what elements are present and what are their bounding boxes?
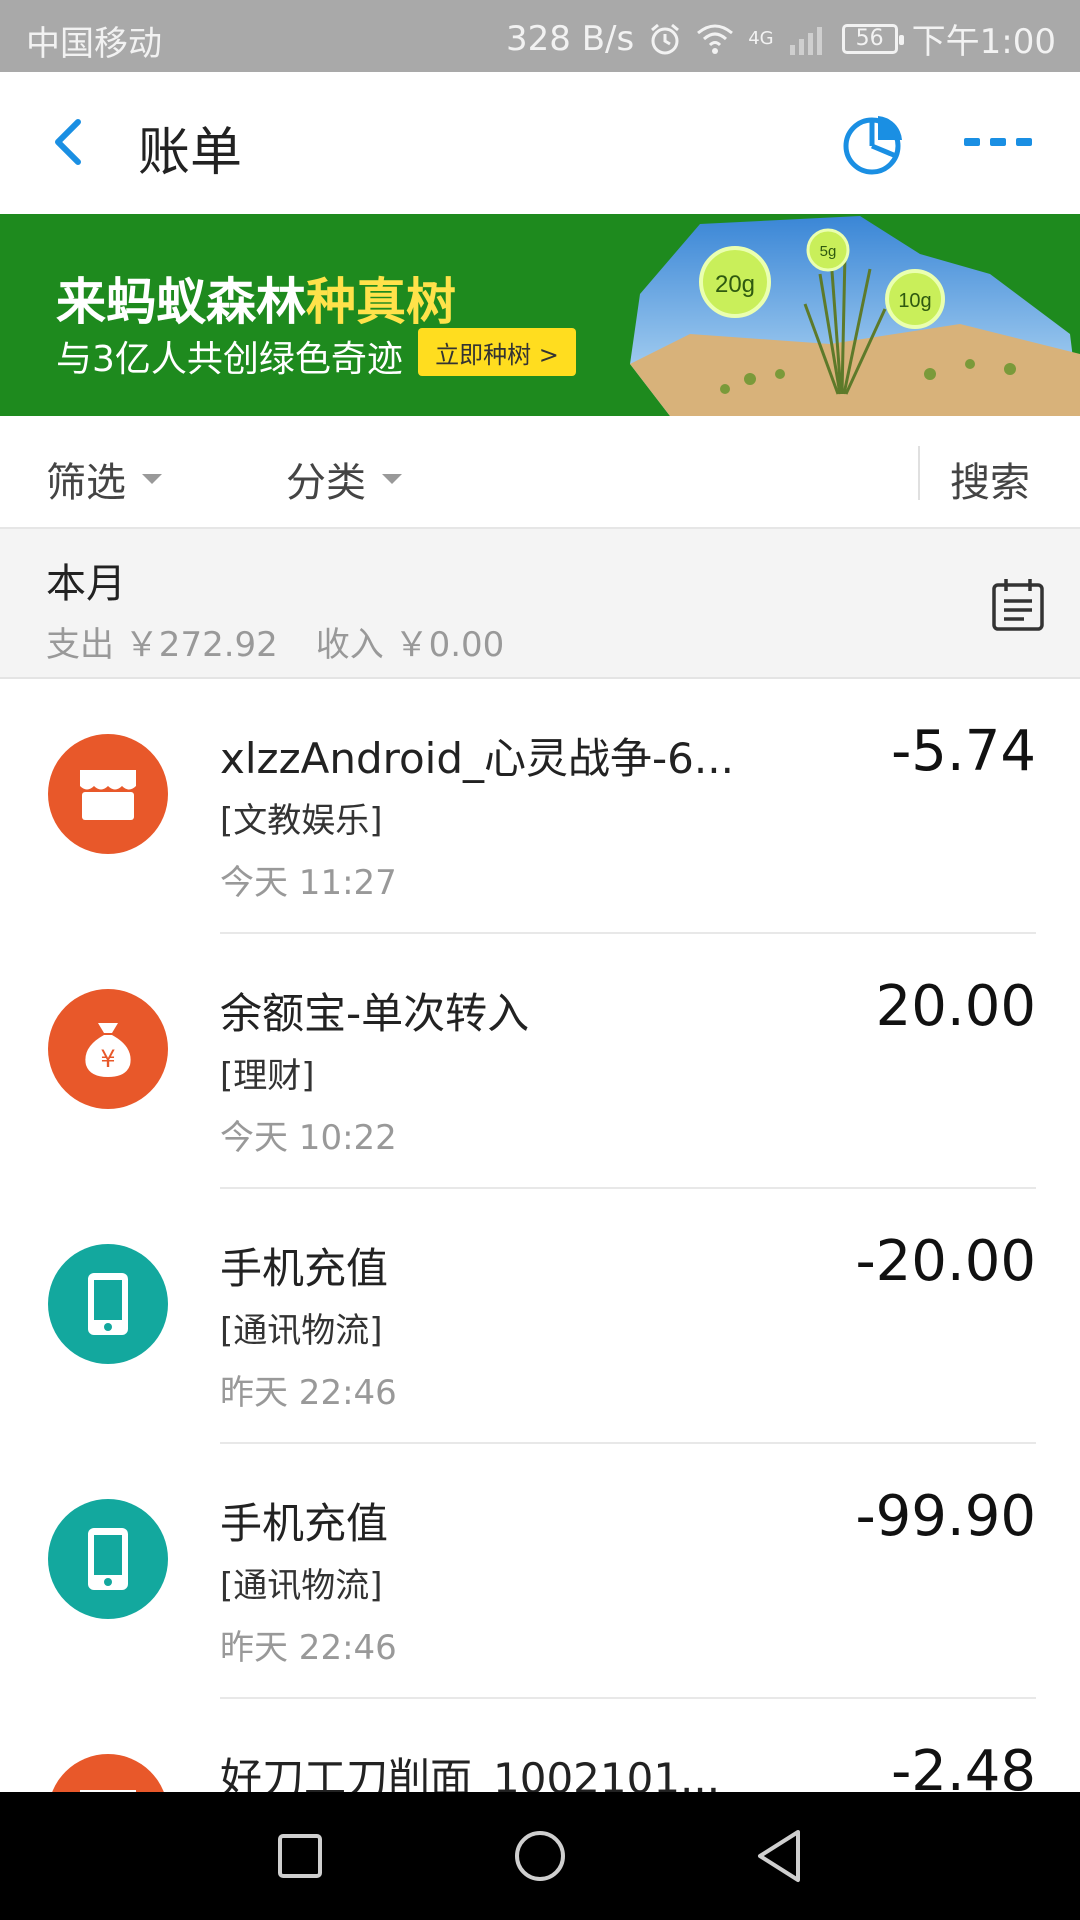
transaction-time: 昨天 22:46 [220,1373,397,1413]
transaction-category: [文教娱乐] [220,801,383,841]
transaction-amount: -5.74 [891,719,1036,784]
banner-subtitle: 与3亿人共创绿色奇迹 [56,339,403,380]
battery-icon: 56 [841,23,904,54]
badge-5g: 5g [820,243,837,260]
transaction-name: 手机充值 [220,1244,389,1293]
transaction-time: 今天 10:22 [220,1118,397,1158]
more-icon[interactable] [962,122,1034,162]
phone-icon [48,1244,168,1364]
transaction-category: [通讯物流] [220,1311,383,1351]
banner-headline-b: 种真树 [306,273,456,331]
page-title: 账单 [138,123,243,183]
ant-forest-banner[interactable]: 来蚂蚁森林种真树 与3亿人共创绿色奇迹 立即种树 > 20g 5g 10g [0,214,1080,416]
transaction-amount: -99.90 [855,1484,1036,1549]
carrier-name: 中国移动 [26,24,162,64]
banner-headline: 来蚂蚁森林种真树 [56,262,456,334]
phone-icon [48,1499,168,1619]
network-type: 4G [748,28,774,49]
filter-divider [918,446,920,500]
signal-icon [789,26,822,55]
pie-chart-icon[interactable] [842,112,906,176]
network-speed: 328 B/s [506,18,635,59]
search-button[interactable]: 搜索 [950,450,1030,508]
system-nav-bar [0,1792,1080,1920]
calendar-icon[interactable] [990,577,1046,633]
back-icon[interactable] [746,1822,814,1890]
banner-headline-a: 来蚂蚁森林 [56,273,306,331]
transaction-amount: 20.00 [875,974,1036,1039]
alarm-icon [651,23,680,54]
status-right: 328 B/s 4G 56 下午1:00 [506,14,1056,63]
money-bag-icon: ¥ [48,989,168,1109]
transaction-name: 余额宝-单次转入 [220,989,530,1038]
plant-tree-button[interactable]: 立即种树 > [418,328,576,376]
chevron-down-icon [382,474,402,484]
home-icon[interactable] [506,1822,574,1890]
clock: 下午1:00 [911,22,1056,62]
transaction-row[interactable]: 手机充值 [通讯物流] 昨天 22:46 -20.00 [0,1189,1080,1444]
filter-label: 筛选 [46,460,126,506]
month-title: 本月 [46,561,126,607]
transaction-name: xlzzAndroid_心灵战争-6... [220,734,734,783]
recent-apps-icon[interactable] [266,1822,334,1890]
transaction-list: xlzzAndroid_心灵战争-6... [文教娱乐] 今天 11:27 -5… [0,679,1080,1920]
transaction-name: 手机充值 [220,1499,389,1548]
transaction-row[interactable]: xlzzAndroid_心灵战争-6... [文教娱乐] 今天 11:27 -5… [0,679,1080,934]
category-label: 分类 [286,460,366,506]
transaction-category: [理财] [220,1056,315,1096]
transaction-row[interactable]: 手机充值 [通讯物流] 昨天 22:46 -99.90 [0,1444,1080,1699]
app-header: 账单 [0,72,1080,214]
status-bar: 中国移动 328 B/s 4G 56 下午1:00 [0,0,1080,72]
svg-text:¥: ¥ [100,1045,115,1073]
income-total: 收入 ￥0.00 [315,625,505,665]
shop-icon [48,734,168,854]
wifi-icon [697,24,734,54]
chevron-down-icon [142,474,162,484]
back-arrow-icon[interactable] [40,112,100,172]
category-dropdown[interactable]: 分类 [286,450,402,508]
transaction-row[interactable]: ¥ 余额宝-单次转入 [理财] 今天 10:22 20.00 [0,934,1080,1189]
transaction-category: [通讯物流] [220,1566,383,1606]
month-totals: 支出 ￥272.92 收入 ￥0.00 [46,617,504,666]
transaction-amount: -20.00 [855,1229,1036,1294]
expense-total: 支出 ￥272.92 [46,625,278,665]
badge-20g: 20g [715,271,755,298]
desert-tree-image: 20g 5g 10g [630,216,1080,416]
filter-bar: 筛选 分类 搜索 [0,416,1080,529]
badge-10g: 10g [898,290,931,312]
transaction-time: 昨天 22:46 [220,1628,397,1668]
filter-dropdown[interactable]: 筛选 [46,450,162,508]
transaction-time: 今天 11:27 [220,863,397,903]
month-summary: 本月 支出 ￥272.92 收入 ￥0.00 [0,529,1080,679]
